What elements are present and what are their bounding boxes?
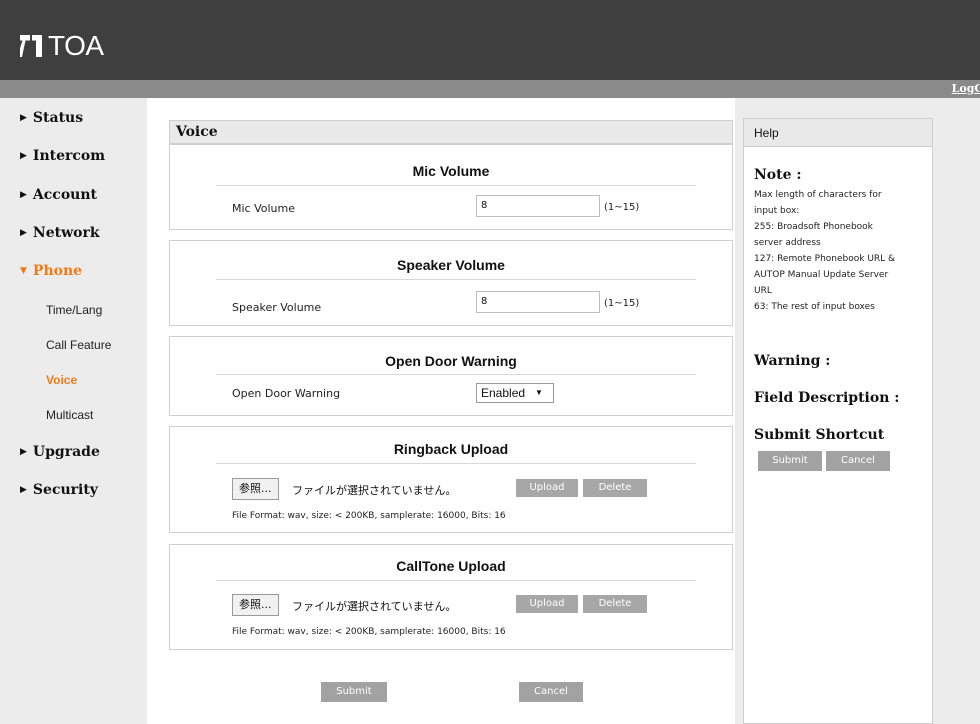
speaker-volume-label: Speaker Volume [232, 301, 322, 314]
open-door-warning-label: Open Door Warning [232, 387, 341, 400]
logout-link[interactable]: LogO [952, 80, 980, 98]
collapsed-arrow-icon: ▶ [20, 228, 27, 238]
open-door-warning-title: Open Door Warning [385, 353, 517, 369]
sidebar-subitem-time-lang[interactable]: Time/Lang [46, 303, 102, 317]
mic-volume-range: (1~15) [604, 202, 640, 213]
sidebar-item-label: Security [32, 482, 98, 498]
top-bar: TOA [0, 0, 980, 80]
note-line: URL [754, 286, 772, 296]
toa-logo: TOA [20, 30, 104, 62]
header-band [0, 80, 980, 98]
shortcut-submit-button[interactable]: Submit [758, 451, 822, 471]
speaker-volume-range: (1~15) [604, 298, 640, 309]
note-line: Max length of characters for [754, 190, 882, 200]
shortcut-cancel-button[interactable]: Cancel [826, 451, 890, 471]
calltone-file-status: ファイルが選択されていません。 [292, 600, 457, 613]
collapsed-arrow-icon: ▶ [20, 190, 27, 200]
ringback-delete-button[interactable]: Delete [583, 479, 647, 497]
sidebar-item-upgrade[interactable]: ▶ Upgrade [20, 444, 100, 460]
collapsed-arrow-icon: ▶ [20, 447, 27, 457]
calltone-upload-panel: CallTone Upload 参照... ファイルが選択されていません。 Up… [169, 544, 733, 650]
help-warning-heading: Warning : [754, 353, 831, 369]
sidebar-subitem-multicast[interactable]: Multicast [46, 408, 93, 422]
ringback-file-status: ファイルが選択されていません。 [292, 484, 457, 497]
speaker-volume-panel: Speaker Volume Speaker Volume 8 (1~15) [169, 240, 733, 326]
selected-option: Enabled [481, 386, 526, 400]
ringback-upload-panel: Ringback Upload 参照... ファイルが選択されていません。 Up… [169, 426, 733, 533]
main-content: Voice Mic Volume Mic Volume 8 (1~15) Spe… [147, 98, 735, 724]
note-line: AUTOP Manual Update Server [754, 270, 889, 280]
divider [216, 463, 696, 464]
calltone-upload-title: CallTone Upload [396, 558, 506, 574]
ringback-format-note: File Format: wav, size: < 200KB, sampler… [232, 511, 506, 521]
calltone-upload-button[interactable]: Upload [516, 595, 578, 613]
collapsed-arrow-icon: ▶ [20, 113, 27, 123]
page-title: Voice [169, 120, 733, 144]
help-title: Help [744, 119, 932, 147]
sidebar: ▶ Status ▶ Intercom ▶ Account ▶ Network ▼ Pho… [0, 98, 145, 724]
sidebar-item-status[interactable]: ▶ Status [20, 110, 83, 126]
expanded-arrow-icon: ▼ [20, 266, 27, 276]
ringback-browse-button[interactable]: 参照... [232, 478, 279, 500]
note-line: server address [754, 238, 821, 248]
open-door-warning-panel: Open Door Warning Open Door Warning Enab… [169, 336, 733, 416]
brand-name: TOA [48, 30, 104, 61]
mic-volume-title: Mic Volume [412, 163, 490, 179]
mic-volume-label: Mic Volume [232, 202, 296, 215]
speaker-volume-title: Speaker Volume [397, 257, 505, 273]
mic-volume-input[interactable]: 8 [476, 195, 600, 217]
sidebar-item-account[interactable]: ▶ Account [20, 187, 97, 203]
cancel-button[interactable]: Cancel [519, 682, 583, 702]
note-line: 255: Broadsoft Phonebook [754, 222, 873, 232]
sidebar-subitem-call-feature[interactable]: Call Feature [46, 338, 111, 352]
divider [216, 185, 696, 186]
note-line: input box: [754, 206, 800, 216]
collapsed-arrow-icon: ▶ [20, 151, 27, 161]
divider [216, 374, 696, 375]
sidebar-item-security[interactable]: ▶ Security [20, 482, 98, 498]
sidebar-item-label: Upgrade [32, 444, 100, 460]
calltone-browse-button[interactable]: 参照... [232, 594, 279, 616]
speaker-volume-input[interactable]: 8 [476, 291, 600, 313]
help-note-text: Max length of characters for input box: … [754, 187, 929, 315]
dropdown-caret-icon: ▼ [535, 388, 543, 397]
calltone-delete-button[interactable]: Delete [583, 595, 647, 613]
help-field-description-heading: Field Description : [754, 390, 900, 406]
divider [216, 279, 696, 280]
sidebar-subitem-voice[interactable]: Voice [46, 373, 77, 387]
right-margin [935, 98, 980, 724]
sidebar-item-label: Intercom [32, 148, 106, 164]
help-panel: Help Note : Max length of characters for… [743, 118, 933, 724]
help-submit-shortcut-heading: Submit Shortcut [754, 427, 885, 443]
ringback-upload-title: Ringback Upload [393, 441, 509, 457]
sidebar-item-label: Phone [32, 263, 83, 279]
open-door-warning-select[interactable]: Enabled ▼ [476, 383, 554, 403]
collapsed-arrow-icon: ▶ [20, 485, 27, 495]
submit-button[interactable]: Submit [321, 682, 387, 702]
note-line: 127: Remote Phonebook URL & [754, 254, 896, 264]
note-line: 63: The rest of input boxes [754, 302, 875, 312]
ringback-upload-button[interactable]: Upload [516, 479, 578, 497]
sidebar-item-label: Network [32, 225, 100, 241]
sidebar-item-label: Account [32, 187, 97, 203]
calltone-format-note: File Format: wav, size: < 200KB, sampler… [232, 627, 506, 637]
toa-logo-icon [20, 35, 42, 57]
sidebar-item-label: Status [32, 110, 84, 126]
help-note-heading: Note : [754, 167, 802, 183]
sidebar-item-network[interactable]: ▶ Network [20, 225, 100, 241]
mic-volume-panel: Mic Volume Mic Volume 8 (1~15) [169, 144, 733, 230]
divider [216, 580, 696, 581]
sidebar-item-intercom[interactable]: ▶ Intercom [20, 148, 105, 164]
sidebar-item-phone[interactable]: ▼ Phone [20, 263, 82, 279]
